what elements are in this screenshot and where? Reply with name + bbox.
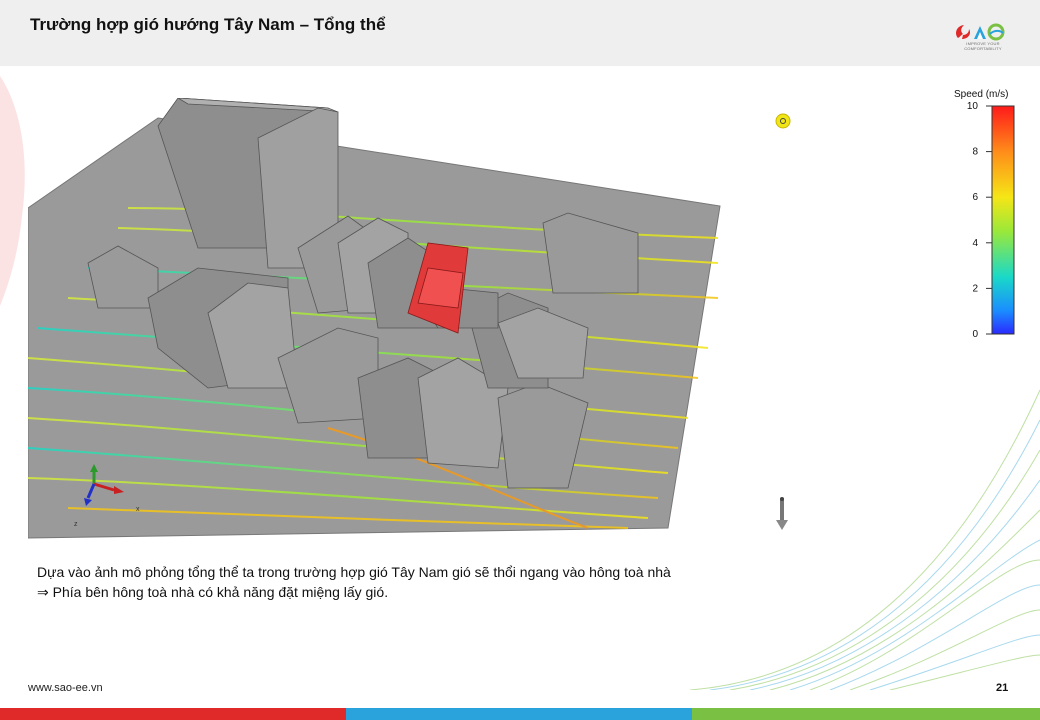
description: Dựa vào ảnh mô phỏng tổng thể ta trong t… — [37, 562, 737, 602]
description-line-2: ⇒ Phía bên hông toà nhà có khả năng đặt … — [37, 582, 737, 602]
page-number: 21 — [996, 682, 1009, 694]
footer-bar-blue — [346, 708, 692, 720]
wind-direction-arrow-icon — [776, 497, 788, 530]
logo-tagline: IMPROVE YOUR COMFORTABILITY — [964, 41, 1002, 51]
legend-tick-label: 10 — [967, 101, 979, 112]
left-decoration — [0, 76, 25, 306]
legend-tick-label: 6 — [972, 192, 978, 203]
footer-bar-green — [692, 708, 1040, 720]
compass-icon — [775, 113, 791, 129]
footer-website[interactable]: www.sao-ee.vn — [28, 682, 103, 694]
slide-header: Trường hợp gió hướng Tây Nam – Tổng thể … — [0, 0, 1040, 66]
description-conclusion: Phía bên hông toà nhà có khả năng đặt mi… — [48, 584, 389, 600]
legend-ticks: 10 8 6 4 2 0 — [967, 101, 992, 340]
speed-legend: Speed (m/s) 10 8 6 4 2 0 — [940, 86, 1030, 346]
legend-tick-label: 4 — [972, 238, 978, 249]
footer-bar-red — [0, 708, 346, 720]
description-line-1: Dựa vào ảnh mô phỏng tổng thể ta trong t… — [37, 564, 671, 580]
logo-mark-icon — [956, 23, 1005, 41]
legend-tick-label: 8 — [972, 147, 978, 158]
right-wave-decoration — [690, 389, 1040, 690]
wind-simulation-view: z x — [28, 98, 721, 539]
slide-title: Trường hợp gió hướng Tây Nam – Tổng thể — [30, 15, 386, 34]
implies-arrow-icon: ⇒ — [37, 584, 49, 600]
axis-label-x: x — [136, 506, 140, 513]
sao-logo: IMPROVE YOUR COMFORTABILITY — [952, 22, 1014, 52]
legend-title: Speed (m/s) — [954, 89, 1008, 100]
legend-colorbar: Speed (m/s) 10 8 6 4 2 0 — [954, 89, 1015, 340]
legend-tick-label: 0 — [972, 329, 978, 340]
legend-tick-label: 2 — [972, 283, 978, 294]
ground-plane — [28, 117, 721, 539]
axis-label-z: z — [74, 521, 78, 528]
